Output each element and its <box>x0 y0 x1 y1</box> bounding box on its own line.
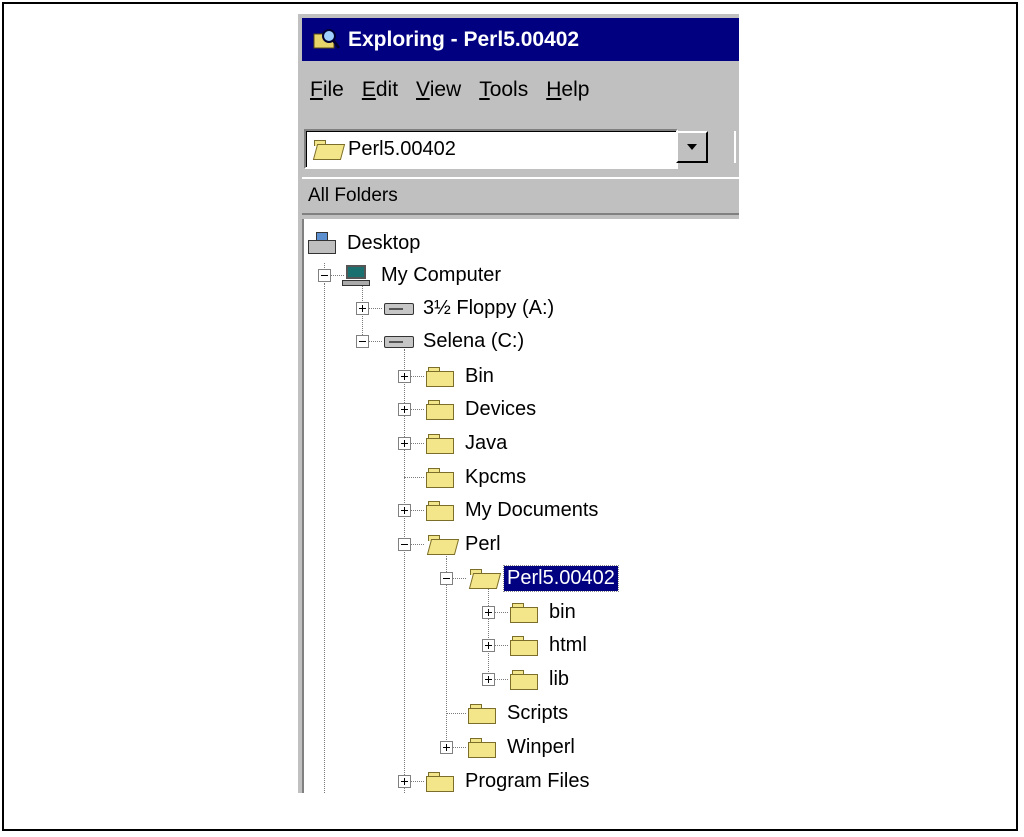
title-bar[interactable]: Exploring - Perl5.00402 <box>302 18 739 61</box>
menu-edit[interactable]: Edit <box>362 78 398 102</box>
folder-icon <box>426 499 456 521</box>
open-folder-icon <box>468 567 502 589</box>
tree-item-java[interactable]: Java <box>426 427 510 459</box>
tree-item-perl[interactable]: Perl <box>426 528 504 560</box>
collapse-drive-c-button[interactable] <box>356 335 369 348</box>
selected-label: Perl5.00402 <box>503 564 619 592</box>
menu-file[interactable]: File <box>310 78 344 102</box>
folder-icon <box>510 634 540 656</box>
tree-item-scripts[interactable]: Scripts <box>468 697 571 729</box>
window-title: Exploring - Perl5.00402 <box>348 27 580 51</box>
tree-item-program-files[interactable]: Program Files <box>426 765 592 793</box>
folder-tree: Desktop My Computer 3½ Floppy (A:) Selen… <box>302 219 739 793</box>
toolbar-button-partial[interactable] <box>734 131 739 163</box>
expand-perl5-lib-button[interactable] <box>482 673 495 686</box>
menu-tools[interactable]: Tools <box>479 78 528 102</box>
address-combo[interactable]: Perl5.00402 <box>304 129 678 169</box>
tree-item-kpcms[interactable]: Kpcms <box>426 461 529 493</box>
folder-icon <box>510 668 540 690</box>
folder-icon <box>510 601 540 623</box>
desktop-icon <box>308 232 338 254</box>
tree-item-perl5-html[interactable]: html <box>510 629 590 661</box>
tree-item-perl5-lib[interactable]: lib <box>510 663 572 695</box>
explorer-magnifier-icon <box>312 26 341 54</box>
expand-devices-button[interactable] <box>398 403 411 416</box>
expand-my-documents-button[interactable] <box>398 504 411 517</box>
tree-item-perl5-bin[interactable]: bin <box>510 596 579 628</box>
address-bar: Perl5.00402 <box>302 126 739 169</box>
open-folder-icon <box>312 138 346 160</box>
pane-header: All Folders <box>302 177 739 215</box>
expand-bin-button[interactable] <box>398 370 411 383</box>
collapse-my-computer-button[interactable] <box>318 269 331 282</box>
address-value: Perl5.00402 <box>348 137 456 160</box>
tree-item-my-documents[interactable]: My Documents <box>426 494 601 526</box>
tree-item-drive-c[interactable]: Selena (C:) <box>384 325 527 357</box>
tree-item-perl5[interactable]: Perl5.00402 <box>468 562 619 594</box>
folder-icon <box>426 432 456 454</box>
tree-item-devices[interactable]: Devices <box>426 393 539 425</box>
tree-item-my-computer[interactable]: My Computer <box>342 259 504 291</box>
menu-bar: File Edit View Tools Help <box>302 63 739 117</box>
computer-icon <box>342 264 372 286</box>
explorer-window: Exploring - Perl5.00402 File Edit View T… <box>296 14 739 793</box>
folder-icon <box>426 365 456 387</box>
address-dropdown-button[interactable] <box>676 131 708 163</box>
expand-perl5-html-button[interactable] <box>482 639 495 652</box>
chevron-down-icon <box>687 144 697 150</box>
tree-item-floppy[interactable]: 3½ Floppy (A:) <box>384 292 557 324</box>
expand-perl5-bin-button[interactable] <box>482 606 495 619</box>
tree-item-desktop[interactable]: Desktop <box>308 227 423 259</box>
collapse-perl5-button[interactable] <box>440 572 453 585</box>
folder-icon <box>426 770 456 792</box>
open-folder-icon <box>426 533 460 555</box>
expand-java-button[interactable] <box>398 437 411 450</box>
menu-view[interactable]: View <box>416 78 461 102</box>
folder-icon <box>468 736 498 758</box>
folder-icon <box>426 466 456 488</box>
folder-icon <box>426 398 456 420</box>
folder-icon <box>468 702 498 724</box>
expand-floppy-button[interactable] <box>356 302 369 315</box>
floppy-drive-icon <box>384 297 414 319</box>
hard-drive-icon <box>384 330 414 352</box>
expand-program-files-button[interactable] <box>398 775 411 788</box>
collapse-perl-button[interactable] <box>398 538 411 551</box>
tree-item-winperl[interactable]: Winperl <box>468 731 578 763</box>
expand-winperl-button[interactable] <box>440 741 453 754</box>
menu-help[interactable]: Help <box>546 78 589 102</box>
tree-item-bin[interactable]: Bin <box>426 360 497 392</box>
pane-header-label: All Folders <box>308 185 398 206</box>
